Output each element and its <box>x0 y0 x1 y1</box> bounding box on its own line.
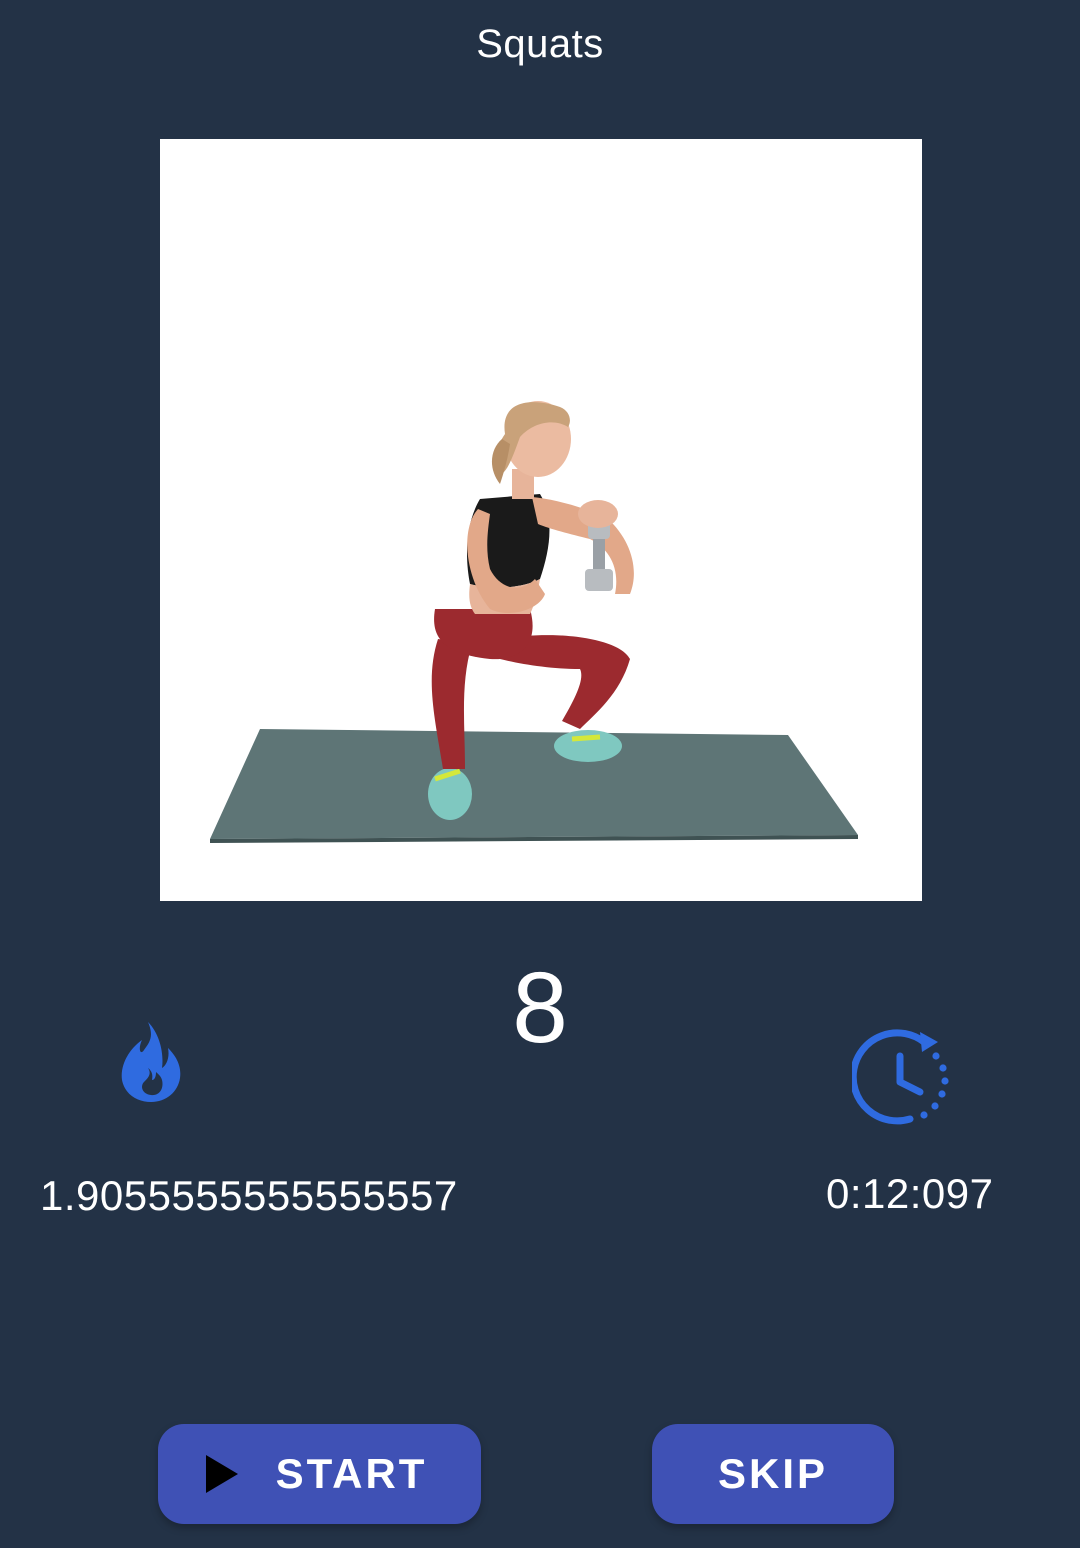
calories-value: 1.9055555555555557 <box>40 1172 458 1219</box>
flame-icon <box>118 1020 184 1104</box>
page-title: Squats <box>476 22 604 66</box>
start-button[interactable]: START <box>158 1424 481 1524</box>
play-icon <box>205 1455 238 1493</box>
exercise-screen: Squats 8 1.9055555555555557 0:12:097 STA… <box>0 0 1080 1548</box>
skip-button[interactable]: SKIP <box>652 1424 894 1524</box>
timer-value: 0:12:097 <box>826 1170 994 1217</box>
start-button-label: START <box>275 1450 428 1497</box>
skip-button-label: SKIP <box>717 1450 829 1497</box>
timer-icon <box>849 1026 952 1126</box>
exercise-image <box>160 139 922 901</box>
